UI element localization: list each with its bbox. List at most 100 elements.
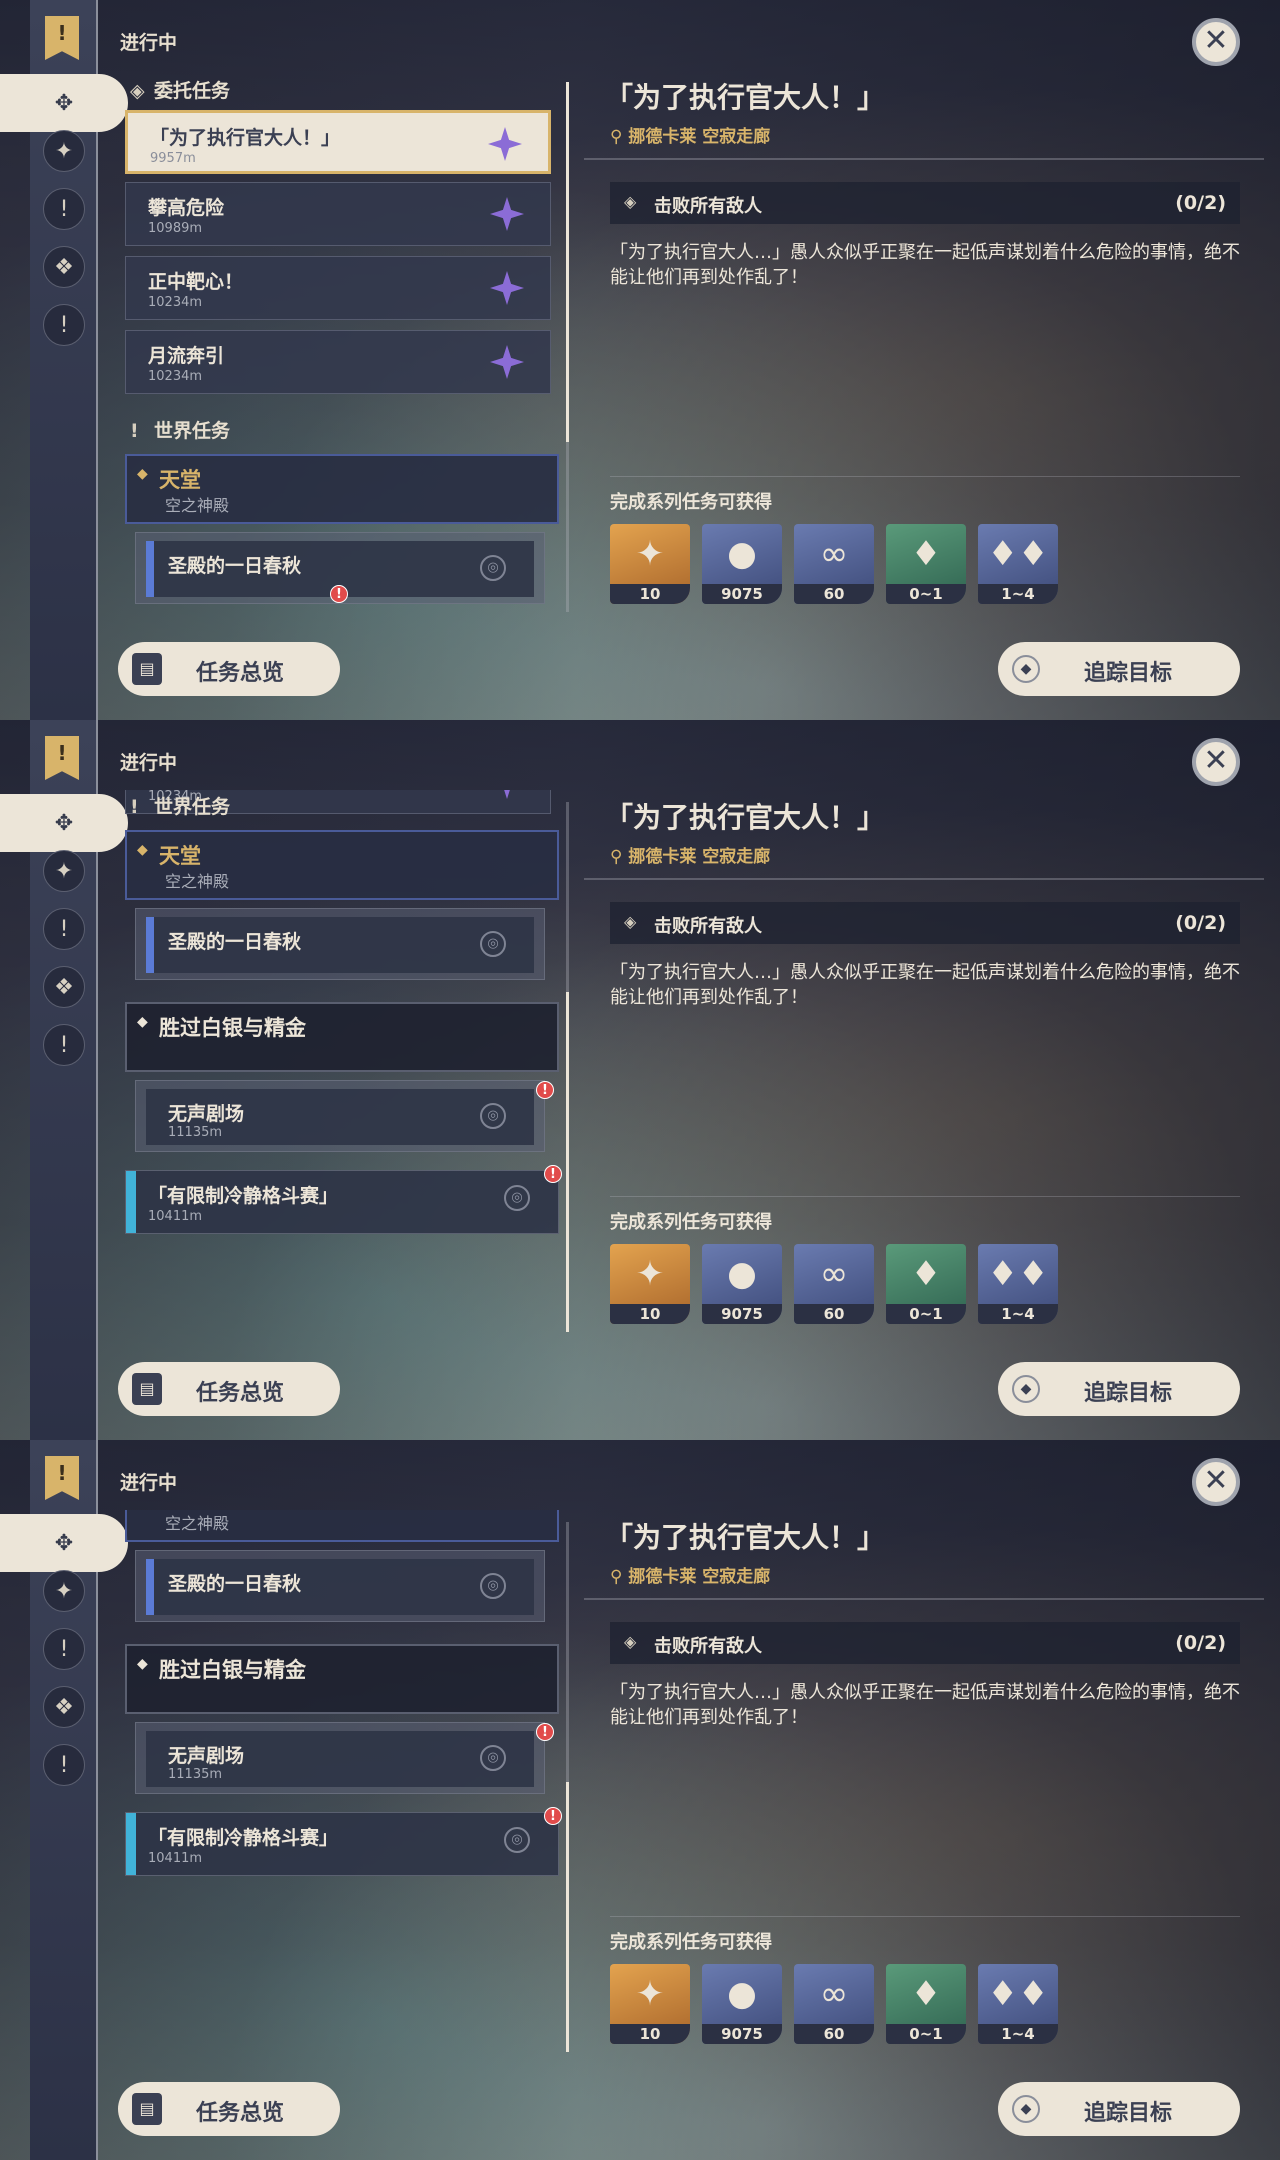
quest-book-icon: ▤ — [132, 653, 162, 685]
reward-count: 0~1 — [886, 2024, 966, 2044]
primogem-icon: ✦ — [635, 1974, 665, 2014]
exp-icon: ∞ — [819, 1254, 849, 1294]
chapter-item[interactable]: ◆ 胜过白银与精金 — [125, 1644, 559, 1714]
objective-progress: (0/2) — [1175, 192, 1226, 214]
scrollbar-thumb[interactable] — [566, 992, 569, 1332]
archon-icon[interactable]: ✦ — [43, 850, 85, 892]
track-label: 追踪目标 — [1084, 661, 1173, 686]
reward-crystal-cluster[interactable]: ♦♦ 1~4 — [978, 1244, 1058, 1324]
quest-book-icon: ▤ — [132, 2093, 162, 2125]
crystal-icon: ♦ — [910, 1974, 942, 2014]
reward-count: 10 — [610, 584, 690, 604]
reward-mora[interactable]: ● 9075 — [702, 1244, 782, 1324]
sub-quest-item[interactable]: 无声剧场 11135m ◎ ! — [135, 1080, 554, 1152]
event-quest-icon[interactable]: ❖ — [43, 246, 85, 288]
chapter-icon: ◆ — [137, 842, 148, 858]
sub-quest-item[interactable]: 圣殿的一日春秋 ◎ — [135, 908, 545, 980]
chapter-title: 天堂 — [159, 468, 201, 492]
objective-text: 击败所有敌人 — [654, 196, 762, 217]
scrollbar-thumb[interactable] — [566, 1782, 569, 2052]
quest-title: 「为了执行官大人！」 — [150, 127, 341, 149]
scrollbar[interactable] — [566, 802, 569, 1332]
location-pin-icon[interactable]: ◎ — [480, 931, 506, 957]
world-quest-icon: ! — [130, 420, 139, 442]
sub-quest-item[interactable]: 圣殿的一日春秋 ◎ ! — [135, 532, 545, 604]
reward-crystal[interactable]: ♦ 0~1 — [886, 1964, 966, 2044]
reward-count: 1~4 — [978, 1304, 1058, 1324]
objective-row: ◈ 击败所有敌人 (0/2) — [610, 1622, 1240, 1664]
event-quest-icon[interactable]: ❖ — [43, 1686, 85, 1728]
world-quest-icon[interactable]: ! — [43, 908, 85, 950]
location-pin-icon[interactable]: ◎ — [480, 1745, 506, 1771]
objective-row: ◈ 击败所有敌人 (0/2) — [610, 902, 1240, 944]
reward-crystal-cluster[interactable]: ♦♦ 1~4 — [978, 1964, 1058, 2044]
quest-list[interactable]: ◆ 天堂 空之神殿 圣殿的一日春秋 ◎ ◆ 胜过白银与精金 无声剧场 11135… — [120, 1510, 570, 2056]
archon-icon[interactable]: ✦ — [43, 130, 85, 172]
location-pin-icon[interactable]: ◎ — [504, 1827, 530, 1853]
reward-exp[interactable]: ∞ 60 — [794, 1244, 874, 1324]
rewards-label: 完成系列任务可获得 — [610, 1932, 772, 1953]
quest-item-selected[interactable]: 「为了执行官大人！」 9957m — [125, 110, 551, 174]
reward-count: 9075 — [702, 1304, 782, 1324]
reward-exp[interactable]: ∞ 60 — [794, 524, 874, 604]
reward-primogem[interactable]: ✦ 10 — [610, 1964, 690, 2044]
location-pin-icon[interactable]: ◎ — [480, 555, 506, 581]
track-target-button[interactable]: ◆ 追踪目标 — [998, 642, 1240, 696]
quest-list[interactable]: ◈ 委托任务 「为了执行官大人！」 9957m 攀高危险 10989m 正中靶心！… — [120, 70, 570, 616]
commission-gem-icon — [490, 345, 524, 379]
world-quest-icon[interactable]: ! — [43, 188, 85, 230]
location-pin-icon[interactable]: ◎ — [504, 1185, 530, 1211]
quest-overview-button[interactable]: ▤ 任务总览 — [118, 2082, 340, 2136]
track-icon: ◆ — [1012, 2095, 1040, 2123]
scrollbar-thumb[interactable] — [566, 82, 569, 442]
location-pin-icon[interactable]: ◎ — [480, 1573, 506, 1599]
chapter-item[interactable]: ◆ 胜过白银与精金 — [125, 1002, 559, 1072]
quest-item[interactable]: 「有限制冷静格斗赛」 10411m ◎ ! — [125, 1807, 562, 1876]
reward-exp[interactable]: ∞ 60 — [794, 1964, 874, 2044]
world-quest-icon[interactable]: ! — [43, 1628, 85, 1670]
commission-icon[interactable]: ✥ — [0, 1514, 128, 1572]
reward-crystal[interactable]: ♦ 0~1 — [886, 524, 966, 604]
scrollbar[interactable] — [566, 82, 569, 612]
sub-quest-item[interactable]: 无声剧场 11135m ◎ ! — [135, 1722, 554, 1794]
reward-mora[interactable]: ● 9075 — [702, 524, 782, 604]
reward-crystal[interactable]: ♦ 0~1 — [886, 1244, 966, 1324]
location-pin-icon[interactable]: ◎ — [480, 1103, 506, 1129]
chapter-item[interactable]: ◆ 天堂 空之神殿 — [125, 830, 559, 900]
quest-item[interactable]: 正中靶心！ 10234m — [125, 256, 551, 320]
quest-title: 无声剧场 — [168, 1745, 245, 1767]
track-target-button[interactable]: ◆ 追踪目标 — [998, 2082, 1240, 2136]
event-quest-icon[interactable]: ❖ — [43, 966, 85, 1008]
commission-icon[interactable]: ✥ — [0, 794, 128, 852]
story-quest-icon[interactable]: ! — [43, 1024, 85, 1066]
reward-primogem[interactable]: ✦ 10 — [610, 524, 690, 604]
reward-crystal-cluster[interactable]: ♦♦ 1~4 — [978, 524, 1058, 604]
sub-quest-item[interactable]: 圣殿的一日春秋 ◎ — [135, 1550, 545, 1622]
scrollbar[interactable] — [566, 1522, 569, 2052]
chapter-item[interactable]: ◆ 天堂 空之神殿 — [125, 1510, 559, 1542]
exp-icon: ∞ — [819, 534, 849, 574]
quest-distance: 9957m — [150, 151, 196, 166]
reward-primogem[interactable]: ✦ 10 — [610, 1244, 690, 1324]
section-commission: ◈ 委托任务 — [130, 76, 230, 103]
reward-count: 60 — [794, 2024, 874, 2044]
quest-title: 「有限制冷静格斗赛」 — [148, 1185, 339, 1207]
archon-icon[interactable]: ✦ — [43, 1570, 85, 1612]
rewards-label: 完成系列任务可获得 — [610, 492, 772, 513]
quest-item[interactable]: 「有限制冷静格斗赛」 10411m ◎ ! — [125, 1165, 562, 1234]
quest-item[interactable]: 攀高危险 10989m — [125, 182, 551, 246]
chapter-title: 天堂 — [159, 844, 201, 868]
story-quest-icon[interactable]: ! — [43, 1744, 85, 1786]
quest-overview-button[interactable]: ▤ 任务总览 — [118, 642, 340, 696]
quest-item[interactable]: 月流奔引 10234m — [125, 330, 551, 394]
commission-icon[interactable]: ✥ — [0, 74, 128, 132]
chapter-item[interactable]: ◆ 天堂 空之神殿 — [125, 454, 559, 524]
reward-count: 60 — [794, 1304, 874, 1324]
quest-list[interactable]: 10234m ! 世界任务 ◆ 天堂 空之神殿 圣殿的一日春秋 ◎ ◆ 胜过白银与… — [120, 790, 570, 1336]
story-quest-icon[interactable]: ! — [43, 304, 85, 346]
detail-location: ⚲ 挪德卡莱 空寂走廊 — [610, 842, 770, 867]
quest-overview-button[interactable]: ▤ 任务总览 — [118, 1362, 340, 1416]
track-target-button[interactable]: ◆ 追踪目标 — [998, 1362, 1240, 1416]
reward-mora[interactable]: ● 9075 — [702, 1964, 782, 2044]
world-quest-icon: ! — [130, 796, 139, 818]
